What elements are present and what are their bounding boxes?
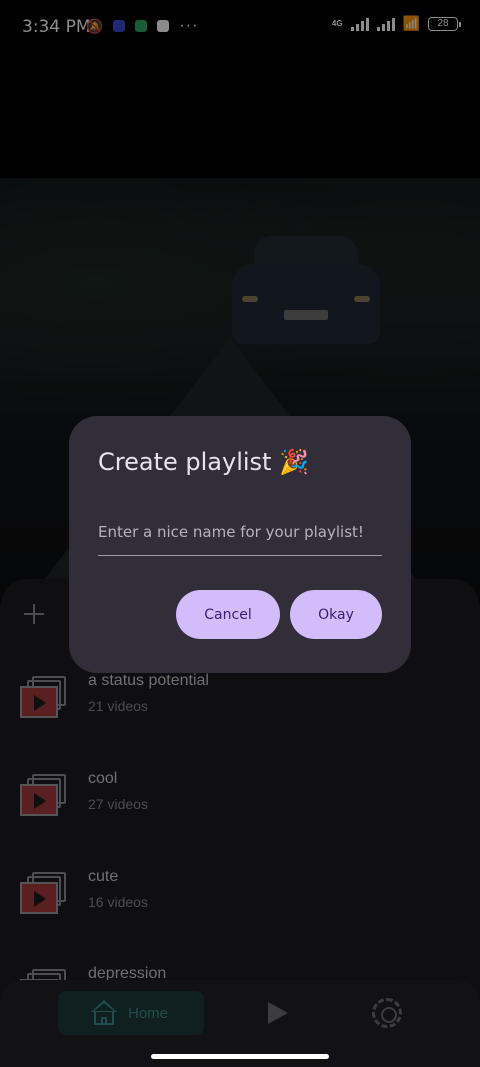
home-indicator[interactable]: [151, 1054, 329, 1059]
playlist-name-input[interactable]: [98, 508, 382, 556]
cancel-button[interactable]: Cancel: [176, 590, 280, 639]
okay-button[interactable]: Okay: [290, 590, 382, 639]
create-playlist-dialog: Create playlist 🎉 Cancel Okay: [69, 416, 411, 673]
dialog-title: Create playlist 🎉: [98, 448, 309, 476]
